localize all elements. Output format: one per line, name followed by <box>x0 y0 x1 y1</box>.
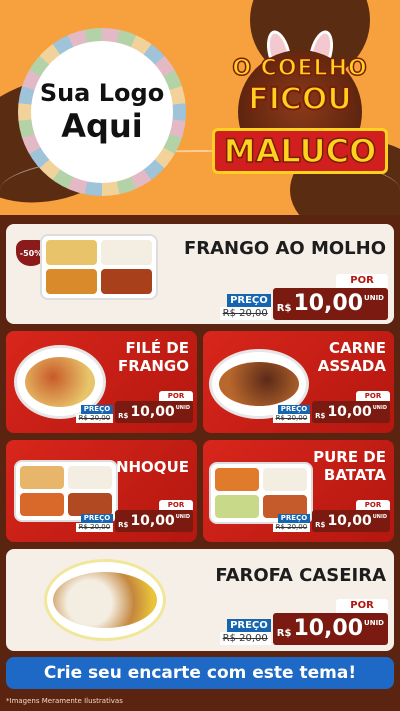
unit-label: UNID <box>372 514 387 520</box>
unit-label: UNID <box>364 619 384 627</box>
currency: R$ <box>315 521 326 529</box>
logo-text: Sua Logo Aqui <box>31 41 173 183</box>
product-name: NHOQUE <box>115 458 189 476</box>
logo-placeholder[interactable]: Sua Logo Aqui <box>18 28 186 196</box>
theme-line-1: O COELHO <box>232 55 368 82</box>
unit-label: UNID <box>372 405 387 411</box>
price-tag: PREÇO R$ 20,00 POR R$ 10,00 UNID <box>219 599 388 645</box>
por-label: POR <box>159 391 193 401</box>
currency: R$ <box>276 303 292 314</box>
price-tag: PREÇO R$ 20,00 POR R$ 10,00 UNID <box>272 391 390 423</box>
por-label: POR <box>159 500 193 510</box>
price-value: 10,00 <box>327 513 372 529</box>
dish-image <box>40 234 158 300</box>
price-tag: PREÇO R$ 20,00 POR R$ 10,00 UNID <box>75 500 193 532</box>
theme-ribbon: MALUCO <box>212 128 388 174</box>
price-tag: PREÇO R$ 20,00 POR R$ 10,00 UNID <box>75 391 193 423</box>
product-name-line-2: FRANGO <box>117 357 189 375</box>
product-card-pure-de-batata[interactable]: PURE DE BATATA PREÇO R$ 20,00 POR R$ 10,… <box>203 440 394 542</box>
product-name: FAROFA CASEIRA <box>215 565 386 586</box>
product-name-line-2: ASSADA <box>317 357 386 375</box>
price-label: PREÇO <box>277 405 311 414</box>
disclaimer-text: *Imagens Meramente Ilustrativas <box>6 697 123 705</box>
por-label: POR <box>356 391 390 401</box>
por-label: POR <box>336 274 388 288</box>
price-label: PREÇO <box>80 514 114 523</box>
price-tag: PREÇO R$ 20,00 POR R$ 10,00 UNID <box>272 500 390 532</box>
old-price: R$ 20,00 <box>219 307 271 320</box>
theme-line-2: FICOU <box>247 81 353 118</box>
por-label: POR <box>336 599 388 613</box>
product-name-line-2: BATATA <box>323 466 386 484</box>
product-name: FRANGO AO MOLHO <box>183 238 386 259</box>
header-banner: Sua Logo Aqui O COELHO FICOU MALUCO <box>0 0 400 215</box>
currency: R$ <box>118 412 129 420</box>
price-label: PREÇO <box>80 405 114 414</box>
old-price: R$ 20,00 <box>75 414 114 423</box>
product-name-line-1: FILÉ DE <box>125 339 189 357</box>
old-price: R$ 20,00 <box>75 523 114 532</box>
price-value: 10,00 <box>130 404 175 420</box>
unit-label: UNID <box>364 294 384 302</box>
cta-label: Crie seu encarte com este tema! <box>43 663 357 683</box>
product-card-nhoque[interactable]: NHOQUE PREÇO R$ 20,00 POR R$ 10,00 UNID <box>6 440 197 542</box>
dish-image <box>44 559 166 641</box>
price-value: 10,00 <box>327 404 372 420</box>
product-name-line-1: PURE DE <box>313 448 386 466</box>
old-price: R$ 20,00 <box>219 632 271 645</box>
unit-label: UNID <box>175 514 190 520</box>
product-name-line-1: CARNE <box>329 339 386 357</box>
product-name: CARNE ASSADA <box>318 339 386 375</box>
currency: R$ <box>118 521 129 529</box>
logo-line-2: Aqui <box>61 107 143 145</box>
product-card-carne-assada[interactable]: CARNE ASSADA PREÇO R$ 20,00 POR R$ 10,00… <box>203 331 394 433</box>
price-value: 10,00 <box>293 616 364 641</box>
theme-title-badge: O COELHO FICOU MALUCO <box>212 28 388 198</box>
price-label: PREÇO <box>227 619 271 632</box>
currency: R$ <box>276 628 292 639</box>
product-card-file-de-frango[interactable]: FILÉ DE FRANGO PREÇO R$ 20,00 POR R$ 10,… <box>6 331 197 433</box>
product-card-frango-ao-molho[interactable]: -50% FRANGO AO MOLHO PREÇO R$ 20,00 POR … <box>6 224 394 324</box>
unit-label: UNID <box>175 405 190 411</box>
price-label: PREÇO <box>227 294 271 307</box>
product-name: FILÉ DE FRANGO <box>118 339 189 375</box>
old-price: R$ 20,00 <box>272 414 311 423</box>
old-price: R$ 20,00 <box>272 523 311 532</box>
discount-text: -50% <box>19 248 43 258</box>
currency: R$ <box>315 412 326 420</box>
product-card-farofa-caseira[interactable]: FAROFA CASEIRA PREÇO R$ 20,00 POR R$ 10,… <box>6 549 394 651</box>
create-flyer-button[interactable]: Crie seu encarte com este tema! <box>6 657 394 689</box>
price-value: 10,00 <box>130 513 175 529</box>
price-value: 10,00 <box>293 291 364 316</box>
por-label: POR <box>356 500 390 510</box>
price-tag: PREÇO R$ 20,00 POR R$ 10,00 UNID <box>219 274 388 320</box>
logo-line-1: Sua Logo <box>39 79 165 107</box>
theme-line-3: MALUCO <box>223 131 377 171</box>
price-label: PREÇO <box>277 514 311 523</box>
product-name: PURE DE BATATA <box>313 448 386 484</box>
